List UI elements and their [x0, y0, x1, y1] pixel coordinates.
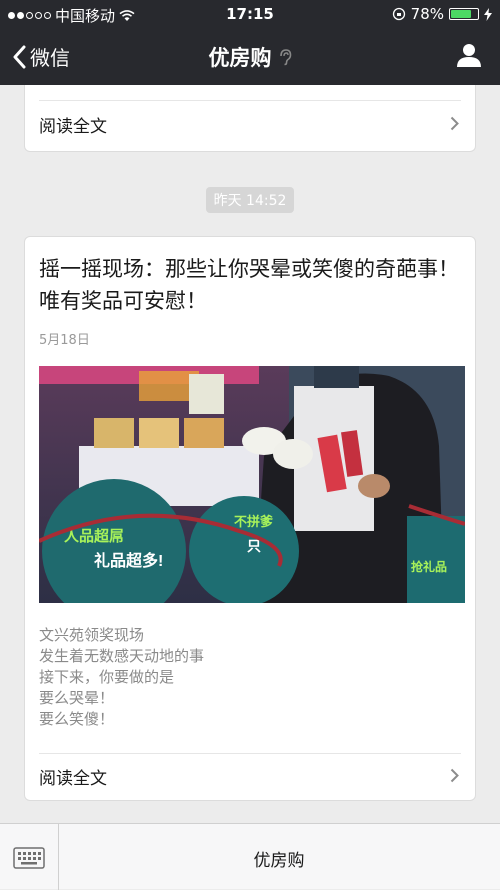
- sign-right-text: 不拼爹: [234, 514, 274, 529]
- excerpt-line: 要么哭晕！: [39, 689, 115, 707]
- ear-icon: [279, 49, 291, 66]
- person-icon: [457, 44, 481, 67]
- bottom-menu-bar: 优房购: [0, 823, 500, 890]
- article-date: 5月18日: [39, 333, 90, 348]
- profile-button[interactable]: [456, 42, 482, 72]
- read-more-link[interactable]: 阅读全文: [39, 101, 461, 147]
- article-excerpt: 文兴苑领奖现场 发生着无数感天动地的事 接下来，你要做的是 要么哭晕！ 要么笑傻…: [39, 625, 204, 730]
- timestamp-badge: 昨天 14:52: [205, 187, 295, 213]
- keyboard-icon: [13, 847, 45, 869]
- sign-sub-text: 礼品超多!: [94, 551, 163, 570]
- battery-percent: 78%: [410, 5, 444, 23]
- article-card[interactable]: 摇一摇现场：那些让你哭晕或笑傻的奇葩事！唯有奖品可安慰！ 5月18日 人品超屌 …: [24, 236, 476, 801]
- chevron-right-icon: [450, 768, 459, 783]
- excerpt-line: 要么笑傻！: [39, 710, 115, 728]
- sign-far-right-text: 抢礼品: [411, 559, 447, 574]
- excerpt-line: 发生着无数感天动地的事: [39, 647, 205, 665]
- excerpt-line: 文兴苑领奖现场: [39, 626, 145, 644]
- read-more-label: 阅读全文: [39, 116, 107, 137]
- read-more-label: 阅读全文: [39, 768, 107, 789]
- excerpt-line: 接下来，你要做的是: [39, 668, 175, 686]
- sign-right2-text: 只: [247, 538, 261, 554]
- chevron-right-icon: [450, 116, 459, 131]
- menu-item[interactable]: 优房购: [58, 846, 500, 871]
- read-more-link[interactable]: 阅读全文: [39, 753, 461, 799]
- page-title: 优房购: [208, 46, 272, 70]
- cover-photo: 人品超屌 礼品超多! 不拼爹 只 抢礼品: [39, 366, 465, 603]
- keyboard-toggle-button[interactable]: [0, 824, 59, 890]
- status-bar: 中国移动 17:15 78%: [0, 0, 500, 28]
- message-timestamp: 昨天 14:52: [0, 187, 500, 213]
- article-title[interactable]: 摇一摇现场：那些让你哭晕或笑傻的奇葩事！唯有奖品可安慰！: [39, 253, 461, 317]
- article-cover-image[interactable]: 人品超屌 礼品超多! 不拼爹 只 抢礼品: [39, 366, 465, 603]
- navigation-bar: 微信 优房购: [0, 28, 500, 85]
- charging-icon: [484, 7, 492, 21]
- rotation-lock-icon: [392, 7, 405, 21]
- previous-article-card: 阅读全文: [24, 85, 476, 152]
- battery-icon: [449, 8, 479, 20]
